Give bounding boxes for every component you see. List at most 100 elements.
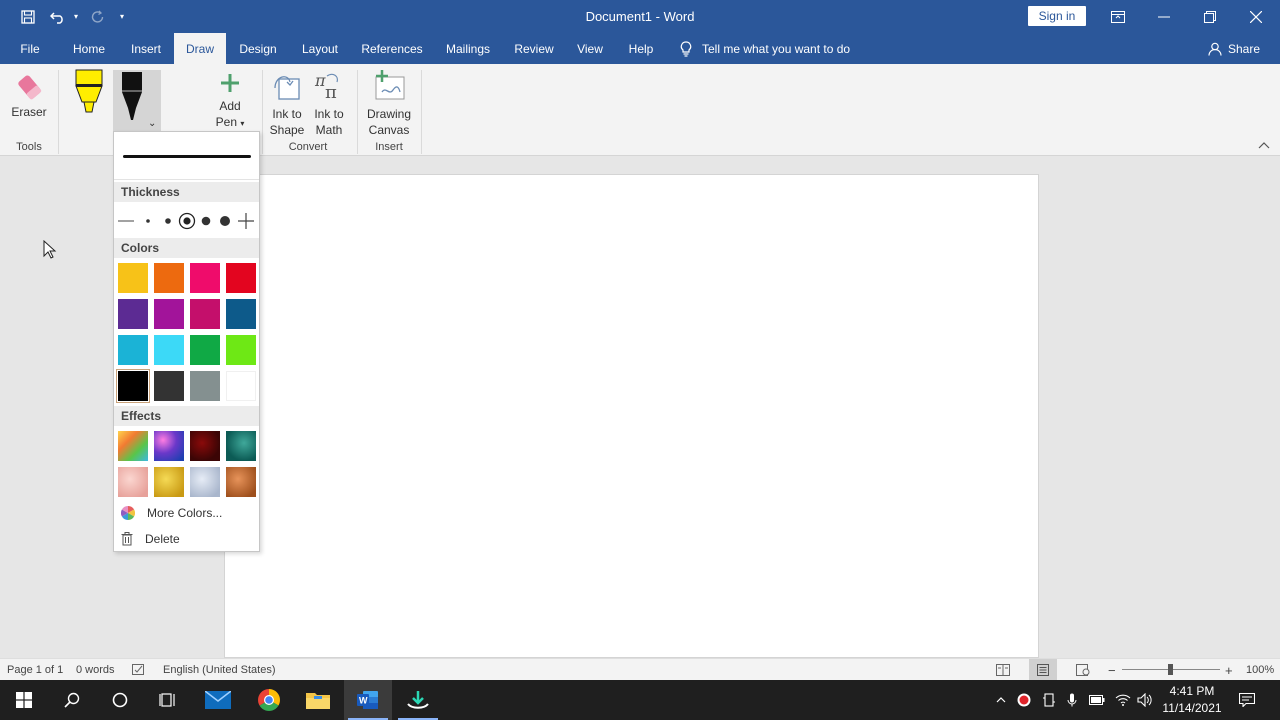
black-pen-button[interactable]: ⌄: [113, 70, 161, 134]
color-swatch[interactable]: [154, 371, 184, 401]
notifications-icon[interactable]: [1238, 680, 1256, 720]
zoom-slider[interactable]: [1122, 659, 1220, 681]
effect-ocean[interactable]: [226, 431, 256, 461]
color-swatch[interactable]: [226, 299, 256, 329]
restore-icon[interactable]: [1187, 0, 1233, 33]
tab-review[interactable]: Review: [508, 33, 560, 64]
thickness-option-1[interactable]: [117, 210, 135, 232]
print-layout-icon[interactable]: [1029, 659, 1057, 681]
web-layout-icon[interactable]: [1076, 659, 1090, 681]
show-hidden-icons-chevron-icon[interactable]: [993, 680, 1009, 720]
system-clock[interactable]: 4:41 PM 11/14/2021: [1152, 683, 1232, 717]
effect-lava[interactable]: [190, 431, 220, 461]
delete-pen-item[interactable]: Delete: [118, 528, 256, 550]
tab-layout[interactable]: Layout: [294, 33, 346, 64]
ribbon-display-options-icon[interactable]: [1095, 0, 1141, 33]
color-swatch[interactable]: [118, 335, 148, 365]
tab-home[interactable]: Home: [62, 33, 116, 64]
zoom-slider-thumb[interactable]: [1168, 664, 1173, 675]
tab-references[interactable]: References: [356, 33, 428, 64]
custom-thickness-icon[interactable]: [237, 210, 255, 232]
document-page[interactable]: [224, 174, 1039, 658]
color-swatch[interactable]: [190, 371, 220, 401]
ink-to-math-label-line2: Math: [315, 123, 343, 137]
color-swatch[interactable]: [226, 335, 256, 365]
sign-in-button[interactable]: Sign in: [1028, 6, 1086, 26]
word-taskbar-icon[interactable]: W: [344, 680, 392, 720]
mouse-pointer-icon: [43, 240, 57, 259]
effect-galaxy[interactable]: [154, 431, 184, 461]
search-icon[interactable]: [48, 680, 96, 720]
color-swatch[interactable]: [226, 263, 256, 293]
zoom-in-icon[interactable]: +: [1225, 659, 1233, 681]
language-status[interactable]: English (United States): [163, 659, 276, 681]
wifi-icon[interactable]: [1114, 680, 1132, 720]
thickness-option-5[interactable]: [197, 210, 215, 232]
thickness-option-3[interactable]: [159, 210, 177, 232]
color-swatch[interactable]: [118, 263, 148, 293]
color-swatch[interactable]: [116, 369, 150, 403]
tab-design[interactable]: Design: [232, 33, 284, 64]
effect-rose-gold[interactable]: [118, 467, 148, 497]
color-swatch[interactable]: [190, 263, 220, 293]
tab-view[interactable]: View: [570, 33, 610, 64]
window-title: Document1 - Word: [585, 9, 695, 24]
thickness-option-6[interactable]: [216, 210, 234, 232]
share-button[interactable]: Share: [1208, 33, 1260, 64]
tab-mailings[interactable]: Mailings: [438, 33, 498, 64]
zoom-level[interactable]: 100%: [1246, 659, 1274, 681]
color-swatch[interactable]: [190, 299, 220, 329]
undo-dropdown-icon[interactable]: ▾: [70, 0, 82, 33]
effect-silver[interactable]: [190, 467, 220, 497]
color-swatch[interactable]: [226, 371, 256, 401]
more-colors-item[interactable]: More Colors...: [118, 502, 256, 524]
highlighter-pen-button[interactable]: [70, 68, 108, 120]
drawing-canvas-button[interactable]: Drawing Canvas: [362, 68, 416, 138]
color-swatch[interactable]: [154, 299, 184, 329]
windows-start-icon[interactable]: [0, 680, 48, 720]
color-swatch[interactable]: [154, 263, 184, 293]
save-icon[interactable]: [16, 0, 40, 33]
effect-bronze[interactable]: [226, 467, 256, 497]
redo-icon[interactable]: [86, 0, 110, 33]
thickness-option-2[interactable]: [139, 210, 157, 232]
tab-help[interactable]: Help: [620, 33, 662, 64]
minimize-icon[interactable]: [1141, 0, 1187, 33]
ink-to-shape-button[interactable]: Ink to Shape: [266, 70, 308, 138]
color-swatch[interactable]: [154, 335, 184, 365]
thickness-option-4-selected[interactable]: [178, 210, 196, 232]
word-count[interactable]: 0 words: [76, 659, 115, 681]
microphone-icon[interactable]: [1064, 680, 1080, 720]
effect-gold[interactable]: [154, 467, 184, 497]
battery-icon[interactable]: [1088, 680, 1106, 720]
color-swatch[interactable]: [190, 335, 220, 365]
mail-icon[interactable]: [194, 680, 242, 720]
tab-draw[interactable]: Draw: [174, 33, 226, 64]
zoom-out-icon[interactable]: −: [1108, 659, 1116, 681]
ink-to-math-button[interactable]: ππ Ink to Math: [308, 70, 350, 138]
tell-me-search[interactable]: Tell me what you want to do: [680, 33, 850, 64]
close-icon[interactable]: [1233, 0, 1279, 33]
device-icon[interactable]: [1041, 680, 1057, 720]
tab-file[interactable]: File: [8, 33, 52, 64]
add-pen-button[interactable]: Add Pen ▾: [208, 72, 252, 132]
read-mode-icon[interactable]: [996, 659, 1010, 681]
file-explorer-icon[interactable]: [294, 680, 342, 720]
record-icon[interactable]: [1016, 680, 1032, 720]
customize-qat-icon[interactable]: ▾: [116, 0, 128, 33]
task-view-icon[interactable]: [144, 680, 192, 720]
eraser-button[interactable]: Eraser: [6, 70, 52, 120]
effect-rainbow[interactable]: [118, 431, 148, 461]
chrome-icon[interactable]: [245, 680, 293, 720]
tab-insert[interactable]: Insert: [122, 33, 170, 64]
proofing-icon[interactable]: [132, 659, 146, 681]
cortana-icon[interactable]: [96, 680, 144, 720]
pen-dropdown-chevron-icon[interactable]: ⌄: [148, 116, 156, 132]
undo-icon[interactable]: [46, 0, 70, 33]
page-count[interactable]: Page 1 of 1: [7, 659, 63, 681]
color-swatch[interactable]: [118, 299, 148, 329]
clock-time: 4:41 PM: [1169, 684, 1215, 698]
download-app-icon[interactable]: [394, 680, 442, 720]
tell-me-text: Tell me what you want to do: [702, 41, 851, 56]
collapse-ribbon-icon[interactable]: [1258, 140, 1270, 152]
